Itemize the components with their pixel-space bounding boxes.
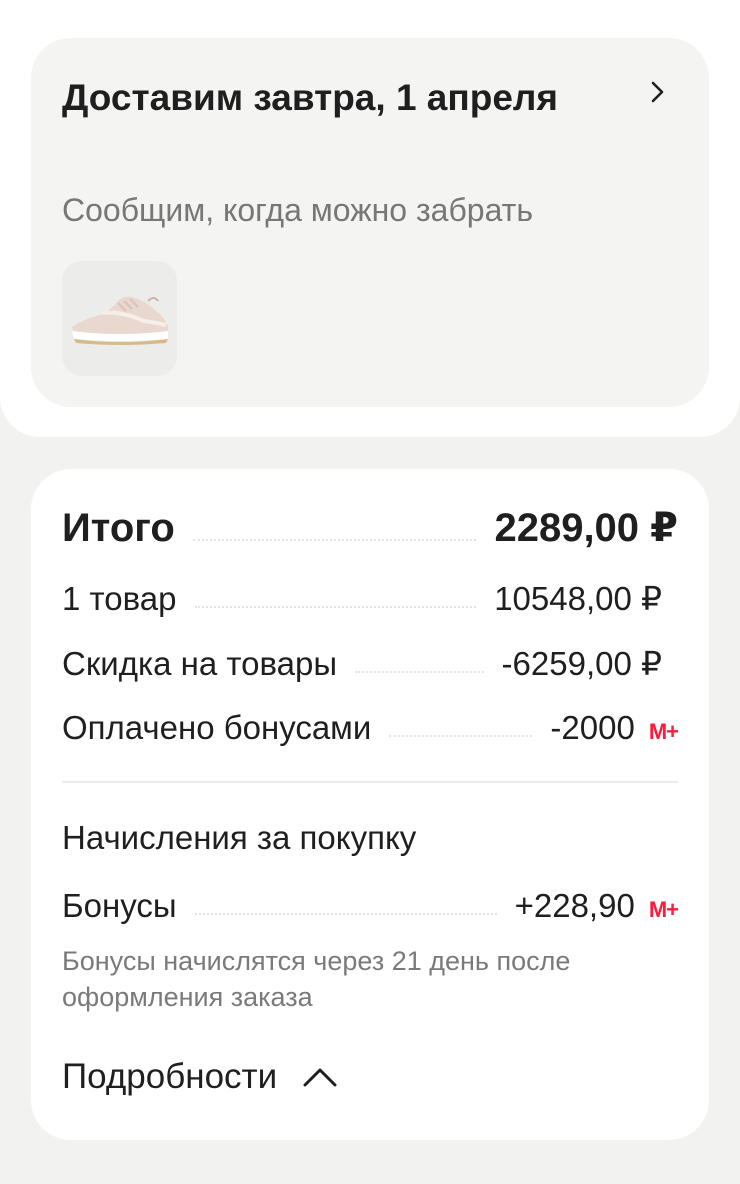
details-toggle[interactable]: Подробности [62, 1057, 339, 1097]
bonus-paid-row: Оплачено бонусами -2000 М+ [62, 709, 679, 747]
delivery-section: Доставим завтра, 1 апреля Сообщим, когда… [0, 0, 740, 437]
product-thumbnail[interactable] [62, 261, 177, 376]
accrual-title: Начисления за покупку [62, 819, 417, 856]
total-row: Итого 2289,00 ₽ [62, 505, 678, 551]
bonus-note: Бонусы начислятся через 21 день после оф… [62, 946, 571, 1012]
order-summary-card: Итого 2289,00 ₽ 1 товар 10548,00 ₽ Скидк… [31, 469, 709, 1140]
discount-row: Скидка на товары -6259,00 ₽ [62, 644, 662, 683]
delivery-subtitle: Сообщим, когда можно забрать [62, 192, 533, 228]
items-value: 10548,00 ₽ [494, 580, 662, 617]
total-label: Итого [62, 506, 175, 550]
discount-value: -6259,00 ₽ [501, 645, 662, 682]
dotted-leader [194, 912, 497, 915]
items-label: 1 товар [62, 580, 177, 617]
chevron-up-icon [303, 1068, 337, 1087]
details-label: Подробности [62, 1057, 278, 1096]
total-value: 2289,00 ₽ [494, 506, 678, 550]
delivery-title: Доставим завтра, 1 апреля [62, 77, 558, 118]
dotted-leader [194, 605, 477, 608]
delivery-card[interactable]: Доставим завтра, 1 апреля Сообщим, когда… [31, 38, 709, 407]
mplus-logo-icon: М+ [648, 897, 679, 922]
items-row: 1 товар 10548,00 ₽ [62, 579, 662, 618]
accrual-bonus-label: Бонусы [62, 887, 177, 924]
accrual-bonus-row: Бонусы +228,90 М+ [62, 887, 679, 925]
chevron-right-icon[interactable] [645, 80, 669, 104]
mplus-logo-icon: М+ [648, 719, 679, 744]
accrual-bonus-value: +228,90 [514, 887, 635, 924]
bonus-paid-value: -2000 [550, 709, 635, 746]
discount-label: Скидка на товары [62, 645, 338, 682]
bonus-paid-label: Оплачено бонусами [62, 709, 372, 746]
sneaker-image [72, 296, 168, 345]
dotted-leader [192, 538, 477, 541]
divider [62, 781, 678, 783]
dotted-leader [355, 670, 484, 673]
dotted-leader [389, 734, 533, 737]
